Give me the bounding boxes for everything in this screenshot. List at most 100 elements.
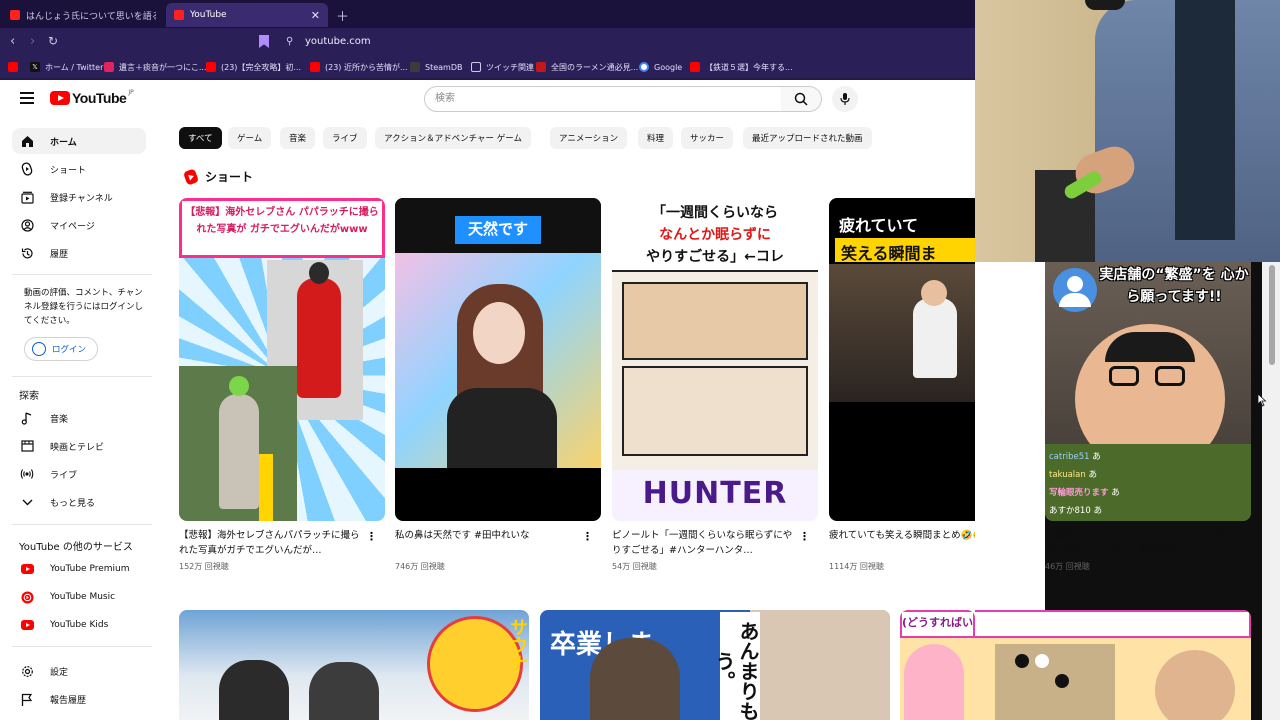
short-thumbnail[interactable]: 【悲報】海外セレブさん パパラッチに撮られた写真が ガチでエグいんだがwww bbox=[179, 198, 385, 521]
chip-games[interactable]: ゲーム bbox=[228, 127, 272, 149]
thumbnail-text: あんまりもう。 bbox=[712, 612, 760, 720]
sidebar-item-label: ホーム bbox=[50, 137, 77, 148]
shorts-title: ショート bbox=[205, 170, 254, 184]
reload-icon[interactable]: ↻ bbox=[48, 34, 58, 48]
search-input[interactable]: 検索 bbox=[424, 86, 782, 112]
sidebar-item-label: YouTube Kids bbox=[50, 620, 109, 630]
short-thumbnail[interactable]: 疲れていて 笑える瞬間ま bbox=[829, 198, 975, 521]
video-thumbnail[interactable] bbox=[975, 610, 1251, 720]
login-button[interactable]: ログイン bbox=[24, 337, 98, 361]
google-favicon-icon bbox=[639, 62, 649, 72]
bookmark-item[interactable]: SteamDB bbox=[410, 60, 462, 74]
more-options-icon[interactable]: ⋮ bbox=[582, 530, 593, 543]
bookmark-item[interactable]: 全国のラーメン通必見... bbox=[536, 60, 638, 74]
sidebar-item-history[interactable]: 履歴 bbox=[12, 240, 146, 266]
chip-action-adventure[interactable]: アクション＆アドベンチャー ゲーム bbox=[375, 127, 531, 149]
chip-soccer[interactable]: サッカー bbox=[681, 127, 734, 149]
bookmark-item[interactable]: (23)【完全攻略】初... bbox=[206, 60, 301, 74]
sidebar-item-subscriptions[interactable]: 登録チャンネル bbox=[12, 184, 146, 210]
short-card[interactable]: 【悲報】海外セレブさん パパラッチに撮られた写真が ガチでエグいんだがwww 【… bbox=[179, 198, 385, 572]
chip-recently-uploaded[interactable]: 最近アップロードされた動画 bbox=[743, 127, 872, 149]
short-thumbnail[interactable]: 実店舗の“繁盛”を 心から願ってます!! catribe51 あ takuala… bbox=[1045, 262, 1251, 521]
site-favicon-icon bbox=[536, 62, 546, 72]
sidebar-divider bbox=[12, 524, 152, 525]
sidebar-item-shorts[interactable]: ショート bbox=[12, 156, 146, 182]
sidebar-item-live[interactable]: ライブ bbox=[12, 461, 146, 487]
sidebar-item-show-more[interactable]: もっと見る bbox=[12, 489, 146, 515]
short-thumbnail[interactable]: 天然です bbox=[395, 198, 601, 521]
sidebar-item-youtube-premium[interactable]: YouTube Premium bbox=[12, 556, 146, 582]
bookmark-item[interactable]: Google bbox=[639, 60, 682, 74]
short-card[interactable]: 天然です 私の鼻は天然です #田中れいな 746万 回視聴 ⋮ bbox=[395, 198, 601, 572]
sidebar-item-label: YouTube Music bbox=[50, 592, 116, 602]
person-figure bbox=[219, 660, 289, 720]
short-title[interactable]: ピノールト「一週間くらいなら眠らずにやりすごせる」#ハンターハンタ… bbox=[612, 528, 798, 558]
close-tab-icon[interactable]: ✕ bbox=[311, 9, 320, 22]
browser-tab-active[interactable]: YouTube ✕ bbox=[166, 3, 328, 27]
you-icon bbox=[20, 218, 34, 232]
shorts-shelf-header: ショート bbox=[182, 167, 254, 186]
chat-line: takualan あ bbox=[1049, 470, 1097, 480]
person-face bbox=[1155, 650, 1235, 720]
sign-post bbox=[259, 454, 273, 521]
scrollbar-thumb[interactable] bbox=[1269, 265, 1275, 365]
youtube-favicon-icon bbox=[310, 62, 320, 72]
bookmark-item[interactable]: ツイッチ関連 bbox=[471, 60, 534, 74]
short-title[interactable]: 疲れていても笑える瞬間まとめ🤣🤣 bbox=[829, 528, 975, 558]
chip-music[interactable]: 音楽 bbox=[280, 127, 316, 149]
youtube-favicon-icon bbox=[206, 62, 216, 72]
chip-live[interactable]: ライブ bbox=[323, 127, 367, 149]
short-title[interactable]: 私の鼻は天然です #田中れいな bbox=[395, 528, 581, 558]
new-tab-icon[interactable]: ＋ bbox=[336, 6, 349, 25]
webcam-overlay bbox=[975, 0, 1280, 262]
video-thumbnail[interactable]: 卒業しま あんまりもう。 bbox=[540, 610, 890, 720]
sidebar-item-you[interactable]: マイページ bbox=[12, 212, 146, 238]
video-thumbnail[interactable]: サウナ bbox=[179, 610, 529, 720]
menu-icon[interactable] bbox=[20, 92, 34, 107]
sidebar-item-youtube-music[interactable]: YouTube Music bbox=[12, 584, 146, 610]
bookmark-label: Google bbox=[654, 62, 683, 72]
sidebar-item-report-history[interactable]: 報告履歴 bbox=[12, 686, 146, 712]
steamdb-favicon-icon bbox=[410, 62, 420, 72]
more-options-icon[interactable]: ⋮ bbox=[1232, 530, 1243, 543]
youtube-logo[interactable]: YouTube JP bbox=[50, 89, 134, 106]
shorts-icon bbox=[20, 162, 34, 176]
short-title[interactable]: 【悲報】はんじょうトラップにヒカキンが引っ掛かってしまう…視聴者の… bbox=[1045, 528, 1231, 558]
chip-all[interactable]: すべて bbox=[179, 127, 222, 149]
youtube-play-icon bbox=[50, 91, 70, 105]
more-options-icon[interactable]: ⋮ bbox=[366, 530, 377, 543]
thumbnail-text: 「一週間くらいなら bbox=[652, 205, 778, 221]
sidebar-item-music[interactable]: 音楽 bbox=[12, 405, 146, 431]
chat-line: catribe51 あ bbox=[1049, 452, 1101, 462]
url-field[interactable]: youtube.com bbox=[305, 36, 371, 47]
sidebar-item-home[interactable]: ホーム bbox=[12, 128, 146, 154]
sidebar-item-movies[interactable]: 映画とテレビ bbox=[12, 433, 146, 459]
bookmark-item[interactable]: (23) 近所から苦情が... bbox=[310, 60, 408, 74]
short-card[interactable]: 疲れていて 笑える瞬間ま 疲れていても笑える瞬間まとめ🤣🤣 1114万 回視聴 … bbox=[829, 198, 975, 572]
bookmark-item[interactable]: 遺言＋痰音が一つにこ... bbox=[104, 60, 206, 74]
flag-icon bbox=[20, 692, 34, 706]
search-button[interactable] bbox=[781, 86, 822, 112]
sidebar-item-settings[interactable]: 設定 bbox=[12, 658, 146, 684]
bookmark-item[interactable]: 𝕏 ホーム / Twitter bbox=[30, 60, 103, 74]
short-thumbnail[interactable]: 「一週間くらいなら なんとか眠らずに やりすごせる」←コレ HUNTER bbox=[612, 198, 818, 521]
avatar-head bbox=[1067, 276, 1083, 292]
thumbnail-text: (どうすればいいんだ…) (どうすればいいんだ…) bbox=[900, 610, 975, 638]
chip-cooking[interactable]: 料理 bbox=[638, 127, 674, 149]
short-title[interactable]: 【悲報】海外セレブさんパパラッチに撮られた写真がガチでエグいんだが… bbox=[179, 528, 365, 558]
site-info-icon[interactable]: ⚲ bbox=[286, 36, 293, 47]
sidebar-item-youtube-kids[interactable]: YouTube Kids bbox=[12, 612, 146, 638]
bookmark-item[interactable]: 【鉄道５選】今年する... bbox=[690, 60, 793, 74]
browser-tab[interactable]: はんじょう氏について思いを語る加藤純一 bbox=[2, 3, 164, 27]
chip-animation[interactable]: アニメーション bbox=[550, 127, 628, 149]
forward-icon[interactable]: › bbox=[30, 34, 35, 49]
video-thumbnail[interactable]: (どうすればいいんだ…) (どうすればいいんだ…) bbox=[900, 610, 975, 720]
more-options-icon[interactable]: ⋮ bbox=[799, 530, 810, 543]
services-header: YouTube の他のサービス bbox=[19, 542, 133, 553]
short-card[interactable]: 実店舗の“繁盛”を 心から願ってます!! catribe51 あ takuala… bbox=[1045, 262, 1251, 572]
back-icon[interactable]: ‹ bbox=[10, 34, 15, 49]
short-card[interactable]: 「一週間くらいなら なんとか眠らずに やりすごせる」←コレ HUNTER ピノー… bbox=[612, 198, 818, 572]
voice-search-button[interactable] bbox=[832, 86, 858, 112]
short-views: 1114万 回視聴 bbox=[829, 562, 884, 571]
bookmark-item[interactable] bbox=[8, 60, 23, 74]
